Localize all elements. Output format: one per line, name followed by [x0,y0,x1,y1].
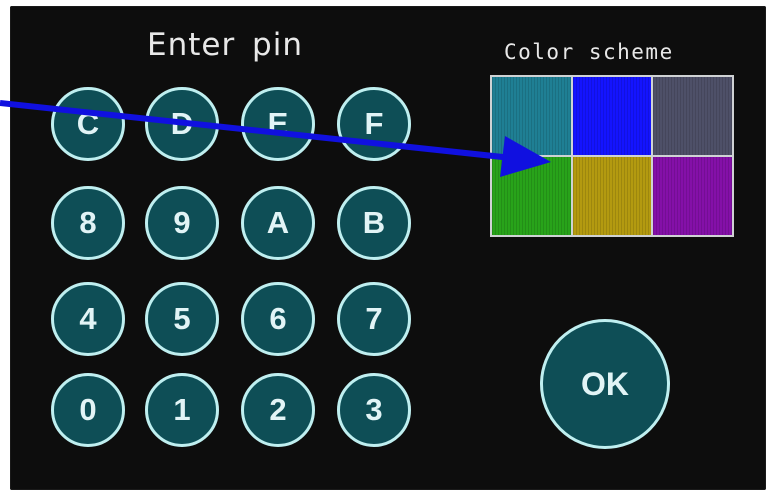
key-6[interactable]: 6 [241,282,315,356]
color-scheme-grid [490,75,734,237]
key-f[interactable]: F [337,87,411,161]
key-0[interactable]: 0 [51,373,125,447]
key-c[interactable]: C [51,87,125,161]
color-scheme-title: Color scheme [504,40,674,64]
swatch-purple[interactable] [653,157,732,235]
key-7[interactable]: 7 [337,282,411,356]
key-5[interactable]: 5 [145,282,219,356]
swatch-green[interactable] [492,157,571,235]
key-4[interactable]: 4 [51,282,125,356]
ok-button[interactable]: OK [540,319,670,449]
key-b[interactable]: B [337,186,411,260]
key-d[interactable]: D [145,87,219,161]
swatch-slate[interactable] [653,77,732,155]
touch-screen: Enter pin C D E F 8 9 A B 4 5 6 7 0 1 2 … [10,6,766,490]
key-1[interactable]: 1 [145,373,219,447]
enter-pin-title: Enter pin [147,27,303,63]
photo-frame: Enter pin C D E F 8 9 A B 4 5 6 7 0 1 2 … [0,0,774,497]
swatch-teal[interactable] [492,77,571,155]
key-e[interactable]: E [241,87,315,161]
key-3[interactable]: 3 [337,373,411,447]
key-a[interactable]: A [241,186,315,260]
swatch-olive[interactable] [572,157,652,235]
swatch-blue[interactable] [572,77,652,155]
key-2[interactable]: 2 [241,373,315,447]
key-9[interactable]: 9 [145,186,219,260]
key-8[interactable]: 8 [51,186,125,260]
